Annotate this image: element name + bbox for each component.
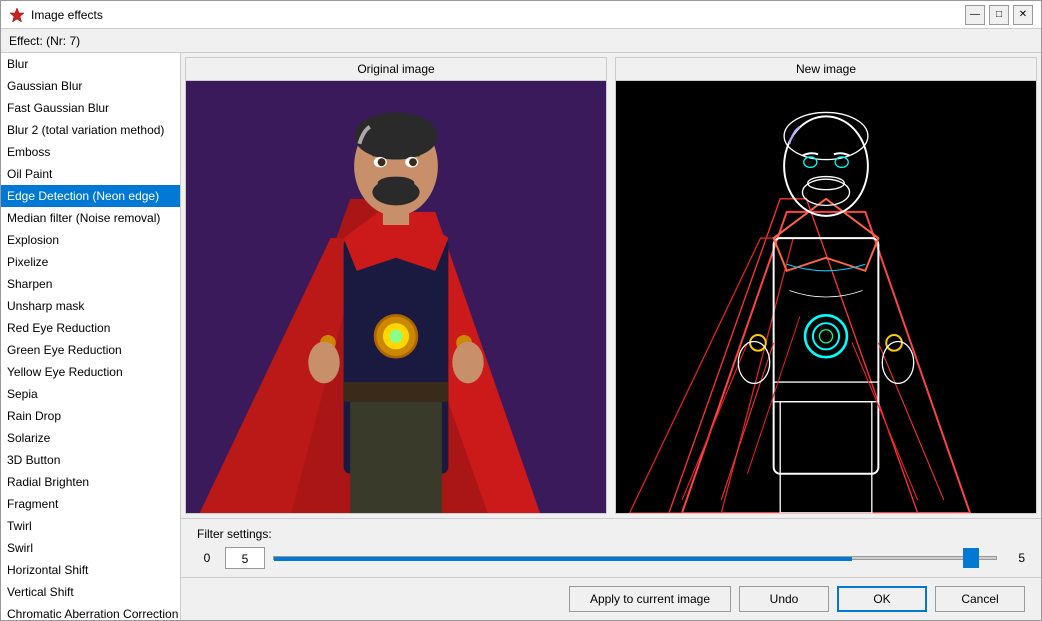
new-image-panel: New image (615, 57, 1037, 514)
sidebar-item-10[interactable]: Sharpen (1, 273, 180, 295)
slider-container[interactable] (273, 548, 997, 568)
slider-value-input[interactable]: 5 (225, 547, 265, 569)
sidebar-item-2[interactable]: Fast Gaussian Blur (1, 97, 180, 119)
original-image-container (186, 81, 606, 513)
sidebar-item-9[interactable]: Pixelize (1, 251, 180, 273)
apply-button[interactable]: Apply to current image (569, 586, 731, 612)
right-panel: Original image (181, 53, 1041, 620)
sidebar-item-14[interactable]: Yellow Eye Reduction (1, 361, 180, 383)
sidebar-item-24[interactable]: Vertical Shift (1, 581, 180, 603)
minimize-button[interactable]: — (965, 5, 985, 25)
effect-value: (Nr: 7) (46, 34, 80, 48)
bottom-buttons: Apply to current image Undo OK Cancel (181, 577, 1041, 620)
original-image-panel: Original image (185, 57, 607, 514)
sidebar-item-8[interactable]: Explosion (1, 229, 180, 251)
title-bar: Image effects — □ ✕ (1, 1, 1041, 29)
sidebar-item-1[interactable]: Gaussian Blur (1, 75, 180, 97)
sidebar-item-0[interactable]: Blur (1, 53, 180, 75)
filter-settings: Filter settings: 0 5 5 (181, 518, 1041, 577)
images-row: Original image (181, 53, 1041, 518)
new-image (616, 81, 1036, 513)
sidebar-item-20[interactable]: Fragment (1, 493, 180, 515)
sidebar-item-11[interactable]: Unsharp mask (1, 295, 180, 317)
slider-thumb[interactable] (963, 548, 979, 568)
maximize-button[interactable]: □ (989, 5, 1009, 25)
sidebar-item-3[interactable]: Blur 2 (total variation method) (1, 119, 180, 141)
sidebar-item-5[interactable]: Oil Paint (1, 163, 180, 185)
sidebar-item-22[interactable]: Swirl (1, 537, 180, 559)
sidebar-item-23[interactable]: Horizontal Shift (1, 559, 180, 581)
window-controls: — □ ✕ (965, 5, 1033, 25)
slider-max-value: 5 (1005, 551, 1025, 565)
slider-min-value: 0 (197, 551, 217, 565)
sidebar-item-15[interactable]: Sepia (1, 383, 180, 405)
close-button[interactable]: ✕ (1013, 5, 1033, 25)
sidebar-item-12[interactable]: Red Eye Reduction (1, 317, 180, 339)
main-content: BlurGaussian BlurFast Gaussian BlurBlur … (1, 53, 1041, 620)
effects-list[interactable]: BlurGaussian BlurFast Gaussian BlurBlur … (1, 53, 181, 620)
sidebar-item-17[interactable]: Solarize (1, 427, 180, 449)
main-window: Image effects — □ ✕ Effect: (Nr: 7) Blur… (0, 0, 1042, 621)
sidebar-item-19[interactable]: Radial Brighten (1, 471, 180, 493)
slider-track (273, 556, 997, 560)
new-image-container (616, 81, 1036, 513)
effect-bar: Effect: (Nr: 7) (1, 29, 1041, 53)
slider-fill (274, 557, 852, 561)
slider-row: 0 5 5 (197, 547, 1025, 569)
ok-button[interactable]: OK (837, 586, 927, 612)
original-image-label: Original image (186, 58, 606, 81)
filter-settings-label: Filter settings: (197, 527, 1025, 541)
sidebar-item-4[interactable]: Emboss (1, 141, 180, 163)
cancel-button[interactable]: Cancel (935, 586, 1025, 612)
sidebar-item-7[interactable]: Median filter (Noise removal) (1, 207, 180, 229)
effect-label: Effect: (9, 34, 43, 48)
sidebar-item-25[interactable]: Chromatic Aberration Correction (1, 603, 180, 620)
new-image-label: New image (616, 58, 1036, 81)
original-image (186, 81, 606, 513)
sidebar-item-6[interactable]: Edge Detection (Neon edge) (1, 185, 180, 207)
sidebar-item-21[interactable]: Twirl (1, 515, 180, 537)
window-title: Image effects (31, 8, 965, 22)
sidebar-item-13[interactable]: Green Eye Reduction (1, 339, 180, 361)
sidebar-item-18[interactable]: 3D Button (1, 449, 180, 471)
undo-button[interactable]: Undo (739, 586, 829, 612)
app-icon (9, 7, 25, 23)
sidebar-item-16[interactable]: Rain Drop (1, 405, 180, 427)
